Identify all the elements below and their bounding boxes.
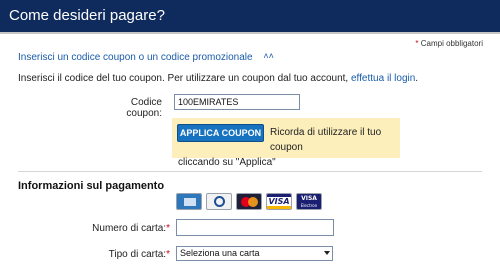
card-type-selected: Seleziona una carta — [180, 248, 260, 258]
apply-hint-line-2: cliccando su "Applica" — [178, 157, 276, 168]
electron-icon-text-2: Electron — [300, 203, 318, 208]
chevron-up-icon[interactable]: ˄˄ — [263, 51, 274, 61]
section-divider — [18, 171, 482, 172]
coupon-toggle-link[interactable]: Inserisci un codice coupon o un codice p… — [18, 51, 274, 63]
visa-icon: VISA — [266, 193, 292, 210]
chevron-down-icon[interactable] — [324, 251, 330, 255]
card-type-select[interactable]: Seleziona una carta — [176, 246, 333, 261]
coupon-code-label: Codice coupon: — [126, 97, 162, 119]
mastercard-icon — [236, 193, 262, 210]
apply-coupon-hint: Ricorda di utilizzare il tuo coupon clic… — [178, 125, 398, 170]
coupon-info-text: Inserisci il codice del tuo coupon. Per … — [18, 73, 418, 84]
visa-electron-icon: VISA Electron — [296, 193, 322, 210]
coupon-info-end: . — [415, 73, 419, 84]
apply-hint-line-1: Ricorda di utilizzare il tuo coupon — [270, 127, 382, 153]
required-note-text: Campi obbligatori — [418, 39, 483, 48]
page-title: Come desideri pagare? — [9, 7, 165, 24]
card-number-input[interactable] — [176, 219, 334, 236]
coupon-info-body: Inserisci il codice del tuo coupon. Per … — [18, 73, 351, 84]
apply-coupon-panel: APPLICA COUPON Ricorda di utilizzare il … — [172, 118, 400, 168]
page-header: Come desideri pagare? — [0, 0, 500, 34]
card-type-label-text: Tipo di carta: — [108, 249, 167, 260]
card-number-required-star: * — [166, 223, 170, 234]
card-type-required-star: * — [166, 249, 170, 260]
payment-info-title: Informazioni sul pagamento — [18, 180, 165, 192]
electron-icon-text-1: VISA — [301, 195, 317, 202]
login-link[interactable]: effettua il login — [351, 73, 415, 84]
required-fields-note: * Campi obbligatori — [415, 39, 483, 48]
visa-icon-text: VISA — [268, 197, 290, 206]
card-number-label-text: Numero di carta: — [92, 223, 167, 234]
accepted-cards: VISA VISA Electron — [176, 193, 322, 210]
coupon-toggle-label: Inserisci un codice coupon o un codice p… — [18, 52, 253, 63]
amex-icon — [176, 193, 202, 210]
coupon-code-input[interactable] — [174, 94, 300, 110]
card-number-label: Numero di carta:* — [80, 223, 170, 234]
card-type-label: Tipo di carta:* — [80, 249, 170, 260]
diners-icon — [206, 193, 232, 210]
